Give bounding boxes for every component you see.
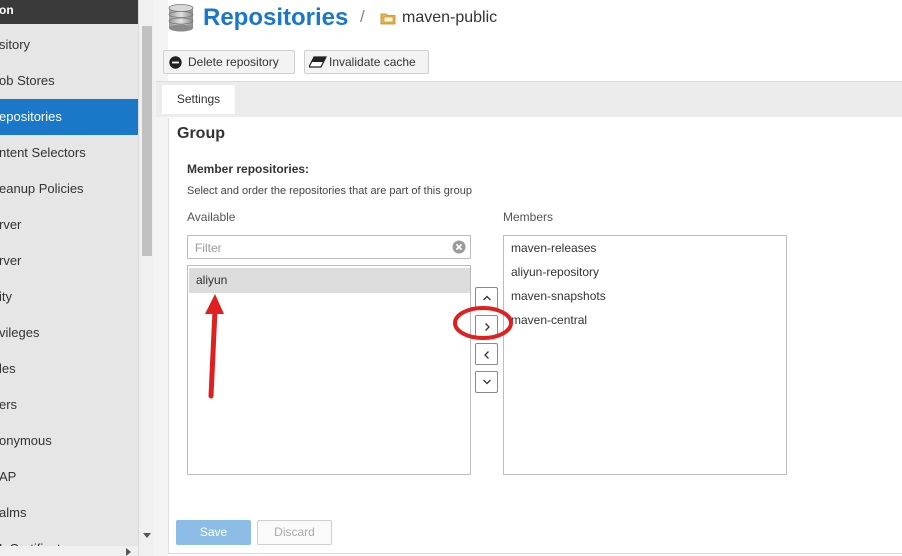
sidebar-item-label: alms [0,505,27,520]
sidebar-item-label: rver [0,253,22,268]
member-repositories-description: Select and order the repositories that a… [187,185,472,197]
database-icon [168,4,194,32]
sidebar: on sitory ob Stores epositories ntent Se… [0,0,138,556]
sidebar-item-label: ity [0,289,12,304]
member-repositories-label: Member repositories: [187,162,310,176]
sidebar-item-label: epositories [0,109,62,124]
members-header: Members [503,210,554,224]
sidebar-item[interactable]: onymous [0,423,138,459]
eraser-icon [309,56,327,68]
sidebar-item-label: ntent Selectors [0,145,86,160]
annotation-arrow-icon [205,294,224,399]
sidebar-item-label: rver [0,217,22,232]
chevron-down-icon [483,379,491,385]
filter-field [187,235,471,259]
sidebar-item-label: AP [0,469,17,484]
delete-repository-label: Delete repository [188,55,279,69]
minus-circle-icon [169,56,182,69]
sidebar-item[interactable]: vileges [0,315,138,351]
sidebar-item[interactable]: AP [0,459,138,495]
sidebar-header-label: on [0,3,14,17]
sidebar-item-repositories[interactable]: epositories [0,99,138,135]
sidebar-item[interactable]: ity [0,279,138,315]
list-item[interactable]: aliyun [189,268,470,293]
breadcrumb-repo-name[interactable]: maven-public [402,9,497,27]
annotation-circle-icon [453,306,513,340]
sidebar-horizontal-scrollbar[interactable] [0,546,138,556]
members-list[interactable]: maven-releases aliyun-repository maven-s… [503,235,787,475]
sidebar-scrollbar[interactable] [138,0,154,556]
sidebar-item[interactable]: rver [0,207,138,243]
chevron-up-icon [483,295,491,301]
sidebar-item[interactable]: eanup Policies [0,171,138,207]
chevron-left-icon [484,351,489,359]
sidebar-item[interactable]: rver [0,243,138,279]
tab-strip [156,81,902,117]
sidebar-item-label: onymous [0,433,52,448]
list-item[interactable]: maven-central [511,313,587,327]
list-item[interactable]: maven-snapshots [511,289,606,303]
move-down-button[interactable] [475,371,498,393]
breadcrumb-separator: / [360,7,365,26]
sidebar-item-label: sitory [0,37,31,52]
sidebar-item[interactable]: alms [0,495,138,531]
sidebar-item[interactable]: ob Stores [0,63,138,99]
sidebar-item[interactable]: sitory [0,27,138,63]
sidebar-item-label: ers [0,397,18,412]
section-title: Group [177,125,225,142]
remove-from-members-button[interactable] [475,343,498,365]
page-title: Repositories [203,4,349,31]
sidebar-item-label: ob Stores [0,73,55,88]
panel-bottom-divider [168,553,902,554]
sidebar-item[interactable]: les [0,351,138,387]
sidebar-item[interactable]: ntent Selectors [0,135,138,171]
scroll-down-arrow-icon[interactable] [143,533,151,538]
scrollbar-thumb[interactable] [142,26,152,256]
folder-icon [380,13,396,25]
clear-icon[interactable] [452,240,466,254]
list-item[interactable]: maven-releases [511,241,596,255]
list-item[interactable]: aliyun-repository [511,265,599,279]
tab-settings[interactable]: Settings [162,85,235,114]
sidebar-item-label: les [0,361,16,376]
invalidate-cache-button[interactable]: Invalidate cache [304,50,429,74]
scroll-right-arrow-icon[interactable] [126,548,131,556]
sidebar-item-label: vileges [0,325,40,340]
available-header: Available [187,210,236,224]
invalidate-cache-label: Invalidate cache [329,55,416,69]
sidebar-item[interactable]: ers [0,387,138,423]
save-button[interactable]: Save [176,520,251,545]
filter-input[interactable] [193,239,447,257]
sidebar-header: on [0,0,138,24]
sidebar-item-label: eanup Policies [0,181,84,196]
delete-repository-button[interactable]: Delete repository [163,50,295,74]
discard-button[interactable]: Discard [257,520,332,545]
